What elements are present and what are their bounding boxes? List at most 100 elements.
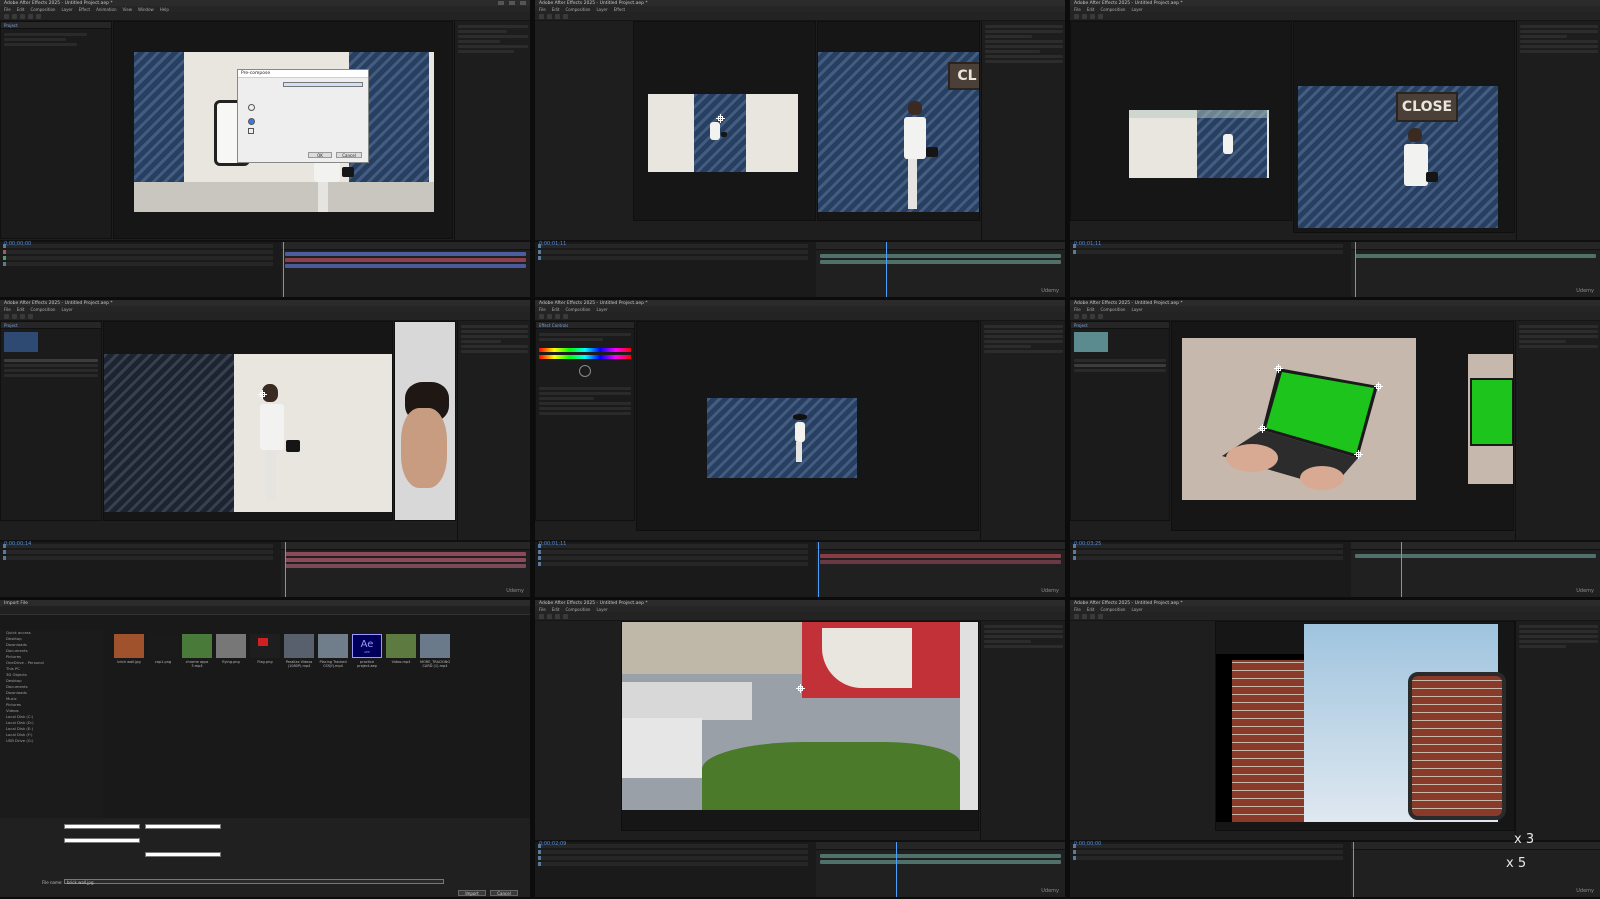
menu-composition[interactable]: Composition <box>30 307 55 312</box>
menu-edit[interactable]: Edit <box>1087 607 1095 612</box>
ok-button[interactable]: OK <box>308 152 332 158</box>
corner-pin-3[interactable] <box>1354 450 1363 459</box>
menu-effect[interactable]: Effect <box>614 7 626 12</box>
selection-tool-icon[interactable] <box>4 13 9 19</box>
menu-composition[interactable]: Composition <box>1100 307 1125 312</box>
current-timecode[interactable]: 0;00;03;25 <box>1074 541 1101 547</box>
address-bar[interactable] <box>0 606 530 615</box>
import-button[interactable]: Import <box>458 890 486 896</box>
menu-file[interactable]: File <box>539 607 546 612</box>
corner-pin-1[interactable] <box>1274 364 1283 373</box>
menu-edit[interactable]: Edit <box>17 307 25 312</box>
frame-6-laptop-corner-pin: Adobe After Effects 2025 - Untitled Proj… <box>1070 300 1600 597</box>
file-tile[interactable]: flying.png <box>216 634 246 664</box>
current-timecode[interactable]: 0;00;00;00 <box>4 241 31 247</box>
file-tile[interactable]: Flag.png <box>250 634 280 664</box>
menu-edit[interactable]: Edit <box>17 7 25 12</box>
secondary-viewer[interactable] <box>394 321 456 521</box>
rotate-tool-icon[interactable] <box>28 13 33 19</box>
current-timecode[interactable]: 0;00;01;11 <box>539 541 566 547</box>
hue-gradient[interactable] <box>539 348 631 352</box>
menu-effect[interactable]: Effect <box>79 7 91 12</box>
corner-pin-4[interactable] <box>1258 424 1267 433</box>
cancel-button[interactable]: Cancel <box>490 890 518 896</box>
menu-edit[interactable]: Edit <box>552 607 560 612</box>
track-point-1[interactable] <box>716 114 725 123</box>
file-name-input[interactable]: brick wall.jpg <box>64 879 444 885</box>
hand-tool-icon[interactable] <box>12 13 17 19</box>
current-timecode[interactable]: 0;00;00;14 <box>4 541 31 547</box>
timeline-tracks[interactable] <box>280 242 530 297</box>
menu-help[interactable]: Help <box>160 7 169 12</box>
minimize-icon[interactable] <box>498 1 504 5</box>
menu-file[interactable]: File <box>4 7 11 12</box>
menu-file[interactable]: File <box>1074 607 1081 612</box>
file-tile[interactable]: Ae AEP practice project.aep <box>352 634 382 668</box>
menu-window[interactable]: Window <box>138 7 154 12</box>
leave-attributes-radio[interactable] <box>248 104 255 111</box>
track-point[interactable] <box>796 684 805 693</box>
move-attributes-radio[interactable] <box>248 118 255 125</box>
menu-file[interactable]: File <box>539 307 546 312</box>
dialog-title: Pre-compose <box>238 70 368 78</box>
menu-edit[interactable]: Edit <box>552 7 560 12</box>
menu-layer[interactable]: Layer <box>1131 7 1142 12</box>
maximize-icon[interactable] <box>509 1 515 5</box>
composition-viewer[interactable] <box>1171 321 1514 531</box>
composition-viewer[interactable] <box>103 321 393 521</box>
file-tile[interactable]: cap1.png <box>148 634 178 664</box>
menu-layer[interactable]: Layer <box>1131 307 1142 312</box>
menu-composition[interactable]: Composition <box>565 7 590 12</box>
menu-layer[interactable]: Layer <box>596 307 607 312</box>
menu-animation[interactable]: Animation <box>96 7 116 12</box>
current-timecode[interactable]: 0;00;01;11 <box>1074 241 1101 247</box>
menu-file[interactable]: File <box>1074 7 1081 12</box>
file-tile[interactable]: brick wall.jpg <box>114 634 144 664</box>
file-tile[interactable]: Video.mp4 <box>386 634 416 664</box>
new-comp-name-input[interactable] <box>283 82 363 87</box>
menu-layer[interactable]: Layer <box>596 607 607 612</box>
layer-viewer[interactable] <box>1070 21 1292 221</box>
tree-item[interactable]: USB Drive (G:) <box>0 738 102 744</box>
menu-edit[interactable]: Edit <box>552 307 560 312</box>
menu-composition[interactable]: Composition <box>30 7 55 12</box>
current-timecode[interactable]: 0;00;01;11 <box>539 241 566 247</box>
menu-file[interactable]: File <box>539 7 546 12</box>
cancel-button[interactable]: Cancel <box>336 152 362 158</box>
composition-viewer[interactable] <box>1215 621 1515 831</box>
composition-viewer[interactable]: Pre-compose OK Cancel <box>113 21 453 239</box>
open-new-comp-checkbox[interactable] <box>248 128 254 134</box>
menu-file[interactable]: File <box>4 307 11 312</box>
menu-layer[interactable]: Layer <box>61 307 72 312</box>
composition-viewer[interactable] <box>636 321 979 531</box>
composition-viewer[interactable]: CLOSE <box>1293 21 1515 233</box>
menu-edit[interactable]: Edit <box>1087 7 1095 12</box>
menu-layer[interactable]: Layer <box>596 7 607 12</box>
angle-dial[interactable] <box>579 365 591 377</box>
layer-viewer[interactable] <box>633 21 816 221</box>
pen-tool-icon[interactable] <box>36 13 41 19</box>
zoom-tool-icon[interactable] <box>20 13 25 19</box>
menu-composition[interactable]: Composition <box>565 607 590 612</box>
close-icon[interactable] <box>520 1 526 5</box>
menu-composition[interactable]: Composition <box>1100 607 1125 612</box>
current-timecode[interactable]: 0;00;00;00 <box>1074 841 1101 847</box>
file-tile[interactable]: Placing Tracked CSS(f).mp4 <box>318 634 348 668</box>
current-timecode[interactable]: 0;00;02;09 <box>539 841 566 847</box>
menu-composition[interactable]: Composition <box>565 307 590 312</box>
laptop-scene <box>1222 368 1378 490</box>
file-tile[interactable]: Parallax Videos (1080P).mp4 <box>284 634 314 668</box>
menu-file[interactable]: File <box>1074 307 1081 312</box>
menu-view[interactable]: View <box>123 7 133 12</box>
file-tile[interactable]: MORE_TRACKING CARD (1).mp4 <box>420 634 450 668</box>
menu-layer[interactable]: Layer <box>61 7 72 12</box>
menu-layer[interactable]: Layer <box>1131 607 1142 612</box>
track-point-face[interactable] <box>258 390 267 399</box>
corner-pin-2[interactable] <box>1374 382 1383 391</box>
menu-edit[interactable]: Edit <box>1087 307 1095 312</box>
file-tile[interactable]: chrome apps 3.mp4 <box>182 634 212 668</box>
window-title: Adobe After Effects 2025 - Untitled Proj… <box>539 0 648 6</box>
composition-viewer[interactable]: CL <box>817 21 980 221</box>
composition-viewer[interactable] <box>621 621 979 831</box>
menu-composition[interactable]: Composition <box>1100 7 1125 12</box>
